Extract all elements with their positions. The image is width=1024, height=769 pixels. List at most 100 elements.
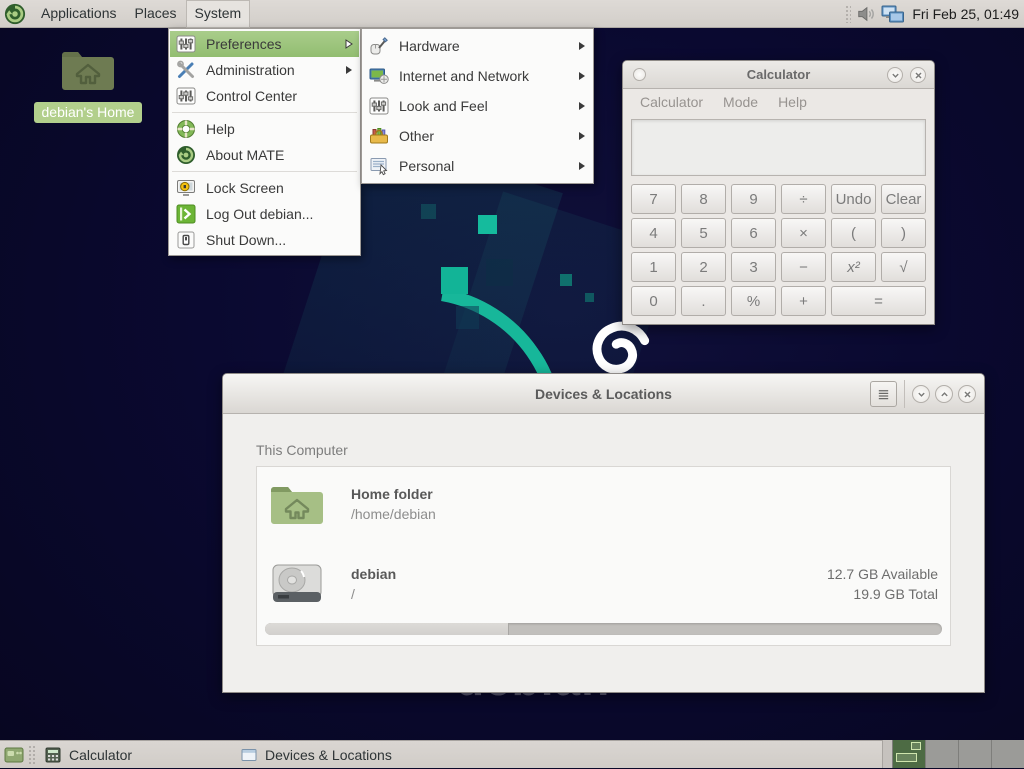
rollup-button[interactable]: [887, 67, 903, 83]
submenu-item-hardware[interactable]: Hardware: [363, 31, 592, 61]
rollup-button[interactable]: [912, 385, 930, 403]
calculator-task-icon: [45, 747, 61, 763]
submenu-arrow-icon: [578, 131, 586, 141]
menu-item-label: Log Out debian...: [206, 206, 313, 222]
key-8[interactable]: 8: [681, 184, 726, 214]
task-button-calculator[interactable]: Calculator: [37, 741, 233, 769]
menu-item-lock-screen[interactable]: Lock Screen: [170, 175, 359, 201]
workspace-window-thumb: [896, 753, 917, 762]
list-item-home-folder[interactable]: Home folder /home/debian: [257, 467, 950, 547]
key-6[interactable]: 6: [731, 218, 776, 248]
switcher-drag-handle[interactable]: [882, 740, 892, 768]
item-name: debian: [351, 564, 396, 584]
key-divide[interactable]: ÷: [781, 184, 826, 214]
key-clear[interactable]: Clear: [881, 184, 926, 214]
close-button[interactable]: [910, 67, 926, 83]
menu-item-log-out[interactable]: Log Out debian...: [170, 201, 359, 227]
calculator-titlebar[interactable]: Calculator: [623, 61, 934, 89]
workspace-1[interactable]: [892, 740, 925, 768]
calc-menu-calculator[interactable]: Calculator: [631, 94, 712, 110]
control-center-icon: [176, 86, 196, 106]
menu-item-about-mate[interactable]: About MATE: [170, 142, 359, 168]
home-folder-icon: [269, 481, 325, 527]
close-button[interactable]: [958, 385, 976, 403]
window-menu-button[interactable]: [633, 68, 646, 81]
key-7[interactable]: 7: [631, 184, 676, 214]
key-add[interactable]: +: [781, 286, 826, 316]
workspace-4[interactable]: [991, 740, 1024, 768]
menu-system[interactable]: System: [186, 0, 251, 28]
submenu-item-internet-and-network[interactable]: Internet and Network: [363, 61, 592, 91]
panel-clock[interactable]: Fri Feb 25, 01:49: [910, 6, 1019, 22]
devices-titlebar[interactable]: Devices & Locations: [223, 374, 984, 414]
key-subtract[interactable]: −: [781, 252, 826, 282]
key-percent[interactable]: %: [731, 286, 776, 316]
menu-places[interactable]: Places: [126, 0, 186, 28]
task-label: Calculator: [69, 747, 132, 763]
calc-menu-help[interactable]: Help: [769, 94, 816, 110]
log-out-icon: [176, 204, 196, 224]
workspace-2[interactable]: [925, 740, 958, 768]
show-desktop-button[interactable]: [0, 741, 28, 769]
workspace-3[interactable]: [958, 740, 991, 768]
key-5[interactable]: 5: [681, 218, 726, 248]
menu-item-administration[interactable]: Administration: [170, 57, 359, 83]
menu-item-help[interactable]: Help: [170, 116, 359, 142]
submenu-arrow-icon: [345, 39, 353, 49]
menu-item-label: Lock Screen: [206, 180, 284, 196]
window-hamburger-menu-button[interactable]: [870, 381, 897, 407]
key-equals[interactable]: =: [831, 286, 926, 316]
key-sqrt[interactable]: √: [881, 252, 926, 282]
key-4[interactable]: 4: [631, 218, 676, 248]
submenu-arrow-icon: [578, 161, 586, 171]
key-1[interactable]: 1: [631, 252, 676, 282]
key-multiply[interactable]: ×: [781, 218, 826, 248]
hamburger-icon: [876, 387, 891, 402]
key-3[interactable]: 3: [731, 252, 776, 282]
key-undo[interactable]: Undo: [831, 184, 876, 214]
disk-usage-bar: [265, 623, 942, 635]
menu-item-shut-down[interactable]: Shut Down...: [170, 227, 359, 253]
wallpaper-square: [441, 267, 468, 294]
close-icon: [963, 390, 972, 399]
section-label: This Computer: [256, 442, 951, 458]
volume-icon[interactable]: [856, 4, 876, 24]
key-2[interactable]: 2: [681, 252, 726, 282]
submenu-item-other[interactable]: Other: [363, 121, 592, 151]
key-9[interactable]: 9: [731, 184, 776, 214]
calculator-keypad: 7 8 9 ÷ Undo Clear 4 5 6 × ( ) 1 2 3 − x…: [631, 184, 926, 316]
menu-item-preferences[interactable]: Preferences: [170, 31, 359, 57]
workspace-window-thumb: [911, 742, 921, 750]
submenu-item-look-and-feel[interactable]: Look and Feel: [363, 91, 592, 121]
display-settings-icon[interactable]: [881, 4, 905, 24]
mate-menu-icon[interactable]: [4, 3, 26, 25]
devices-content: This Computer Home folder /home/debian: [223, 414, 984, 646]
key-close-paren[interactable]: ): [881, 218, 926, 248]
calc-menu-mode[interactable]: Mode: [714, 94, 767, 110]
submenu-arrow-icon: [345, 65, 353, 75]
key-square[interactable]: x²: [831, 252, 876, 282]
look-and-feel-icon: [369, 96, 389, 116]
show-desktop-icon: [4, 746, 24, 764]
submenu-arrow-icon: [578, 41, 586, 51]
menu-item-control-center[interactable]: Control Center: [170, 83, 359, 109]
calculator-window: Calculator Calculator Mode Help 7 8 9 ÷ …: [622, 60, 935, 325]
task-button-devices-locations[interactable]: Devices & Locations: [233, 741, 429, 769]
preferences-submenu: Hardware Internet and Network Look and F…: [361, 28, 594, 184]
maximize-button[interactable]: [935, 385, 953, 403]
close-icon: [914, 71, 923, 80]
key-open-paren[interactable]: (: [831, 218, 876, 248]
key-0[interactable]: 0: [631, 286, 676, 316]
item-path: /: [351, 584, 396, 604]
item-path: /home/debian: [351, 504, 436, 524]
tasklist-drag-handle[interactable]: [28, 745, 35, 765]
applet-drag-handle[interactable]: [845, 5, 851, 23]
personal-icon: [369, 156, 389, 176]
key-decimal[interactable]: .: [681, 286, 726, 316]
menu-item-label: Help: [206, 121, 235, 137]
wallpaper-square: [478, 215, 497, 234]
submenu-item-personal[interactable]: Personal: [363, 151, 592, 181]
desktop-icon-home[interactable]: debian's Home: [18, 44, 158, 123]
list-item-disk-debian[interactable]: debian / 12.7 GB Available 19.9 GB Total: [257, 547, 950, 621]
menu-applications[interactable]: Applications: [32, 0, 126, 28]
